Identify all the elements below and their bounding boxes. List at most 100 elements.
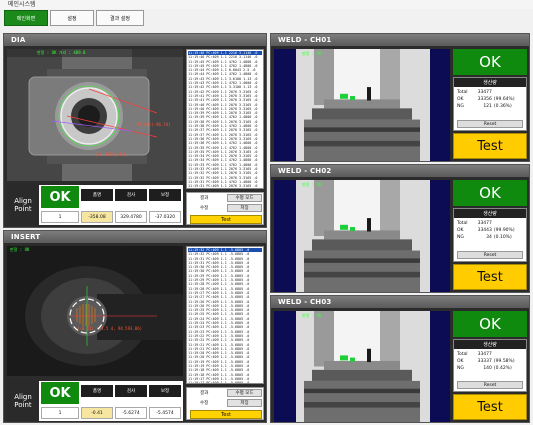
weld-count-row: NG 34 (0.10%) xyxy=(457,235,523,241)
tab-result-settings[interactable]: 결과 설정 xyxy=(96,10,144,26)
weld-count-percent: (99.64%) xyxy=(493,97,515,102)
log-row[interactable]: 11:19:36 PC:409 1.1 4762 1.4800 -0 xyxy=(188,141,262,145)
dia-camera-view: 판정 : OK 거리 : 409.0 (-96.08)(-96.74) (-6.… xyxy=(7,49,183,181)
weld-reset-button[interactable]: Reset xyxy=(457,381,523,389)
weld-count-percent xyxy=(494,221,523,227)
weld-count-value: 140 xyxy=(483,366,492,371)
tab-settings[interactable]: 설정 xyxy=(50,10,94,26)
weld-count-value: 33443 xyxy=(477,228,492,233)
weld-count-row: Total 33477 xyxy=(457,221,523,227)
weld-count-value: 121 xyxy=(483,104,492,109)
log-row[interactable]: 11:19:46 PC:409 1.1 2216 3.1146 -0 xyxy=(188,55,262,59)
weld-test-button[interactable]: Test xyxy=(453,133,527,159)
weld-count-value: 33337 xyxy=(477,359,492,364)
weld-count-value: 34 xyxy=(486,235,492,240)
weld-panel-ch01: WELD - CH01 판정 : OK OK 생산량 Total 33477 O… xyxy=(270,33,530,162)
weld-overlay-status: 판정 : OK xyxy=(302,182,322,187)
weld-count-percent: (0.36%) xyxy=(493,104,512,109)
weld-count-row: OK 33337 (99.58%) xyxy=(457,359,523,365)
dia-test-button[interactable]: Test xyxy=(190,215,262,224)
log-row[interactable]: 11:19:32 PC:409 1.1 2076 3.3165 -0 xyxy=(188,171,262,175)
insert-side-label-result: 결과 xyxy=(200,391,209,396)
weld-count-label: Total xyxy=(457,221,468,226)
weld-count-row: Total 33477 xyxy=(457,352,523,358)
weld-ok-indicator: OK xyxy=(453,49,527,75)
weld-count-percent xyxy=(494,352,523,358)
weld-reset-button[interactable]: Reset xyxy=(457,120,523,128)
insert-col-header-correct: 보정 xyxy=(149,385,181,397)
weld-count-row: OK 33356 (99.64%) xyxy=(457,97,523,103)
dia-side-label-result: 결과 xyxy=(200,196,209,201)
insert-camera-view: 판정 : OK (-0.41) (-4.5 4, 94.593.86) xyxy=(7,246,183,376)
insert-overlay-value: (-0.41) (-4.5 4, 94.593.86) xyxy=(77,326,143,331)
insert-horizontal-mode-button[interactable]: 수평 모드 xyxy=(227,389,262,397)
dia-overlay-value-2: (-6.38)(6.4.8) xyxy=(95,152,129,157)
dia-panel: DIA 판정 : OK 거리 : 409.0 (-96.08)(-96.74) … xyxy=(3,33,267,228)
log-row[interactable]: 11:19:31 PC:409 1.1 2076 3.3165 -0 xyxy=(188,184,262,188)
insert-side-label-edit: 수정 xyxy=(200,401,209,406)
insert-side-controls: 결과 수평 모드 수정 저장 Test xyxy=(186,387,264,420)
insert-value-inspect: -5.6274 xyxy=(115,407,147,419)
log-row[interactable]: 11:19:37 PC:409 1.1 2076 3.3165 -0 xyxy=(188,128,262,132)
weld-camera-view: 판정 : OK xyxy=(274,311,450,422)
dia-header: DIA xyxy=(4,34,266,46)
insert-log-list[interactable]: 11:19:32 PC:409 1.1 -5.6805 -0 11:19:32 P… xyxy=(186,246,264,384)
insert-align-point-label: Align Point xyxy=(7,381,39,421)
weld-ok-indicator: OK xyxy=(453,180,527,206)
weld-count-label: Total xyxy=(457,90,468,95)
weld-count-label: OK xyxy=(457,359,464,364)
dia-log-list[interactable]: 11:19:46 PC:409 1.1 2216 3.1146 -0 11:19:… xyxy=(186,49,264,189)
dia-col-header-inspect: 검사 xyxy=(115,189,147,201)
dia-camera-image xyxy=(7,49,183,181)
insert-result-area: Align Point OK 품명 검사 보정 1 -0.41 -5.6274 … xyxy=(7,381,183,421)
dia-ok-indicator: OK xyxy=(41,186,79,208)
weld-production-box: 생산량 Total 33477 OK 33337 (99.58%) NG 140… xyxy=(453,339,527,392)
insert-col-header-name: 품명 xyxy=(81,385,113,397)
weld-test-button[interactable]: Test xyxy=(453,394,527,420)
dia-save-button[interactable]: 저장 xyxy=(227,204,262,212)
tab-main[interactable]: 메인화면 xyxy=(4,10,48,26)
weld-count-percent: (99.90%) xyxy=(493,228,515,233)
dia-col-header-correct: 보정 xyxy=(149,189,181,201)
weld-count-label: NG xyxy=(457,104,464,109)
dia-overlay-value-1: (-96.08)(-96.74) xyxy=(132,122,171,127)
weld-header: WELD - CH02 xyxy=(271,165,529,177)
top-tabs: 메인화면 설정 결과 설정 xyxy=(4,10,144,28)
weld-ok-indicator: OK xyxy=(453,311,527,337)
insert-col-header-inspect: 검사 xyxy=(115,385,147,397)
dia-value-inspect: 329.4780 xyxy=(115,211,147,223)
weld-count-row: NG 121 (0.36%) xyxy=(457,104,523,110)
weld-count-label: NG xyxy=(457,366,464,371)
weld-count-percent xyxy=(494,90,523,96)
insert-test-button[interactable]: Test xyxy=(190,410,262,419)
weld-count-row: Total 33477 xyxy=(457,90,523,96)
dia-col-header-name: 품명 xyxy=(81,189,113,201)
weld-header: WELD - CH03 xyxy=(271,296,529,308)
insert-value-name: -0.41 xyxy=(81,407,113,419)
dia-value-name: -358.08 xyxy=(81,211,113,223)
insert-row-index: 1 xyxy=(41,407,79,419)
weld-production-title: 생산량 xyxy=(454,209,526,218)
insert-panel: INSERT 판정 : OK (-0.41) (-4.5 4, 94.593.8… xyxy=(3,230,267,423)
dia-row-index: 1 xyxy=(41,211,79,223)
dia-side-label-edit: 수정 xyxy=(200,206,209,211)
weld-count-percent: (99.58%) xyxy=(493,359,515,364)
log-row[interactable]: 11:19:17 PC:409 1.1 -5.6805 -0 xyxy=(188,381,262,383)
weld-test-button[interactable]: Test xyxy=(453,264,527,290)
weld-camera-view: 판정 : OK xyxy=(274,180,450,292)
weld-count-label: Total xyxy=(457,352,468,357)
weld-count-row: OK 33443 (99.90%) xyxy=(457,228,523,234)
dia-horizontal-mode-button[interactable]: 수평 모드 xyxy=(227,194,262,202)
weld-production-box: 생산량 Total 33477 OK 33356 (99.64%) NG 121… xyxy=(453,77,527,131)
dia-value-correct: -37.0320 xyxy=(149,211,181,223)
dia-result-area: Align Point OK 품명 검사 보정 1 -358.08 329.47… xyxy=(7,185,183,225)
weld-count-value: 33477 xyxy=(477,90,492,95)
weld-count-value: 33356 xyxy=(477,97,492,102)
weld-reset-button[interactable]: Reset xyxy=(457,251,523,259)
weld-count-value: 33477 xyxy=(477,221,492,226)
weld-count-percent: (0.42%) xyxy=(493,366,512,371)
insert-save-button[interactable]: 저장 xyxy=(227,399,262,407)
log-row[interactable]: 11:19:41 PC:409 1.1 2076 3.3165 -0 xyxy=(188,98,262,102)
insert-value-correct: -5.4574 xyxy=(149,407,181,419)
weld-production-box: 생산량 Total 33477 OK 33443 (99.90%) NG 34 … xyxy=(453,208,527,262)
